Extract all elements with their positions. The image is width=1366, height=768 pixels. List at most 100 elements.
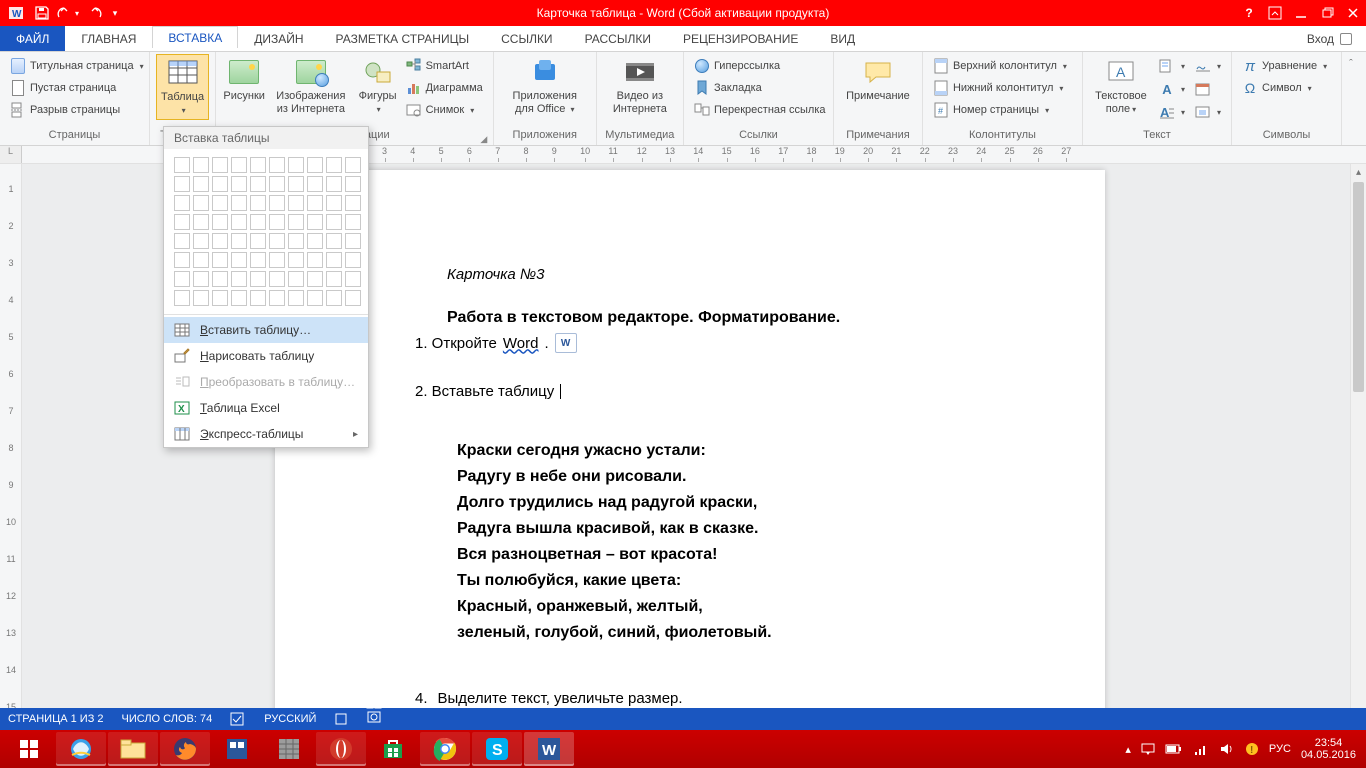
table-grid-cell[interactable] [212, 290, 228, 306]
object-button[interactable]: ▾ [1191, 102, 1225, 122]
taskbar-word-icon[interactable]: W [524, 732, 574, 766]
table-grid-cell[interactable] [174, 195, 190, 211]
table-grid-cell[interactable] [231, 290, 247, 306]
table-grid-cell[interactable] [345, 233, 361, 249]
table-grid-cell[interactable] [269, 271, 285, 287]
document-page[interactable]: Карточка №3 Работа в текстовом редакторе… [275, 170, 1105, 746]
table-grid-cell[interactable] [345, 214, 361, 230]
table-grid-cell[interactable] [288, 195, 304, 211]
table-grid-cell[interactable] [345, 195, 361, 211]
table-grid-cell[interactable] [288, 214, 304, 230]
table-grid-cell[interactable] [231, 271, 247, 287]
minimize-icon[interactable] [1288, 0, 1314, 26]
sign-in-button[interactable]: Вход [1293, 26, 1366, 51]
table-grid-cell[interactable] [345, 252, 361, 268]
table-grid-cell[interactable] [307, 290, 323, 306]
restore-icon[interactable] [1314, 0, 1340, 26]
status-language[interactable]: РУССКИЙ [264, 713, 316, 725]
tab-file[interactable]: ФАЙЛ [0, 26, 65, 51]
table-grid-cell[interactable] [193, 176, 209, 192]
tray-language[interactable]: РУС [1269, 743, 1291, 755]
tray-battery-icon[interactable] [1165, 743, 1183, 755]
table-grid-cell[interactable] [269, 233, 285, 249]
table-grid-cell[interactable] [193, 195, 209, 211]
start-button[interactable] [4, 732, 54, 766]
print-layout-view-icon[interactable] [366, 682, 399, 696]
ruler-vertical[interactable]: 123456789101112131415 [0, 164, 22, 746]
table-grid-cell[interactable] [212, 176, 228, 192]
table-grid-cell[interactable] [250, 195, 266, 211]
table-grid-cell[interactable] [269, 252, 285, 268]
pictures-button[interactable]: Рисунки [222, 54, 266, 105]
table-grid-cell[interactable] [345, 157, 361, 173]
table-grid-cell[interactable] [326, 214, 342, 230]
undo-icon[interactable]: ▾ [56, 2, 80, 24]
collapse-ribbon-icon[interactable]: ˆ [1342, 56, 1360, 72]
table-grid-cell[interactable] [250, 233, 266, 249]
equation-button[interactable]: πУравнение▾ [1238, 56, 1331, 76]
table-grid-cell[interactable] [307, 157, 323, 173]
redo-icon[interactable] [82, 2, 106, 24]
tab-design[interactable]: ДИЗАЙН [238, 26, 319, 51]
table-grid-cell[interactable] [307, 252, 323, 268]
table-grid-cell[interactable] [174, 176, 190, 192]
taskbar-opera-icon[interactable] [316, 732, 366, 766]
cover-page-button[interactable]: Титульная страница▾ [6, 56, 148, 76]
tab-insert[interactable]: ВСТАВКА [152, 26, 238, 51]
table-grid-cell[interactable] [193, 290, 209, 306]
tray-security-icon[interactable]: ! [1245, 742, 1259, 756]
status-macro-icon[interactable] [334, 712, 348, 726]
close-icon[interactable] [1340, 0, 1366, 26]
table-grid-cell[interactable] [250, 214, 266, 230]
vertical-scrollbar[interactable]: ▴ ▾ [1350, 164, 1366, 746]
header-button[interactable]: Верхний колонтитул▾ [929, 56, 1071, 76]
scroll-up-icon[interactable]: ▴ [1351, 164, 1366, 180]
tray-volume-icon[interactable] [1219, 742, 1235, 756]
table-grid-cell[interactable] [250, 252, 266, 268]
table-grid-cell[interactable] [193, 214, 209, 230]
table-grid-cell[interactable] [269, 290, 285, 306]
table-grid-cell[interactable] [307, 176, 323, 192]
quick-tables-menu-item[interactable]: Экспресс-таблицы ▸ [164, 421, 368, 447]
table-grid-cell[interactable] [307, 271, 323, 287]
table-grid-cell[interactable] [326, 290, 342, 306]
blank-page-button[interactable]: Пустая страница [6, 78, 148, 98]
tab-references[interactable]: ССЫЛКИ [485, 26, 568, 51]
table-grid-cell[interactable] [174, 252, 190, 268]
symbol-button[interactable]: ΩСимвол▾ [1238, 78, 1331, 98]
table-grid-cell[interactable] [231, 176, 247, 192]
table-grid-cell[interactable] [174, 271, 190, 287]
shapes-button[interactable]: Фигуры▾ [356, 54, 400, 118]
tab-home[interactable]: ГЛАВНАЯ [65, 26, 152, 51]
signature-line-button[interactable]: ▾ [1191, 56, 1225, 76]
text-box-button[interactable]: AТекстовое поле▾ [1089, 54, 1153, 118]
table-grid-cell[interactable] [212, 195, 228, 211]
taskbar-totalcmd-icon[interactable] [212, 732, 262, 766]
table-grid-cell[interactable] [212, 271, 228, 287]
status-page[interactable]: СТРАНИЦА 1 ИЗ 2 [8, 713, 104, 725]
quick-parts-button[interactable]: ▾ [1155, 56, 1189, 76]
table-grid-cell[interactable] [250, 290, 266, 306]
hyperlink-button[interactable]: Гиперссылка [690, 56, 830, 76]
taskbar-explorer-icon[interactable] [108, 732, 158, 766]
taskbar-ie-icon[interactable] [56, 732, 106, 766]
table-grid-cell[interactable] [326, 195, 342, 211]
chart-button[interactable]: Диаграмма [402, 78, 487, 98]
save-icon[interactable] [30, 2, 54, 24]
help-icon[interactable]: ? [1236, 0, 1262, 26]
taskbar-skype-icon[interactable]: S [472, 732, 522, 766]
table-size-grid[interactable] [164, 149, 368, 312]
online-pictures-button[interactable]: Изображения из Интернета [268, 54, 353, 118]
table-grid-cell[interactable] [269, 157, 285, 173]
table-grid-cell[interactable] [345, 176, 361, 192]
drop-cap-button[interactable]: A▾ [1155, 102, 1189, 122]
online-video-button[interactable]: Видео из Интернета [603, 54, 677, 118]
table-grid-cell[interactable] [193, 233, 209, 249]
table-grid-cell[interactable] [231, 157, 247, 173]
tray-clock[interactable]: 23:54 04.05.2016 [1301, 737, 1356, 761]
table-grid-cell[interactable] [174, 233, 190, 249]
word-app-icon[interactable]: W [4, 2, 28, 24]
table-grid-cell[interactable] [326, 233, 342, 249]
table-grid-cell[interactable] [345, 271, 361, 287]
table-grid-cell[interactable] [307, 195, 323, 211]
